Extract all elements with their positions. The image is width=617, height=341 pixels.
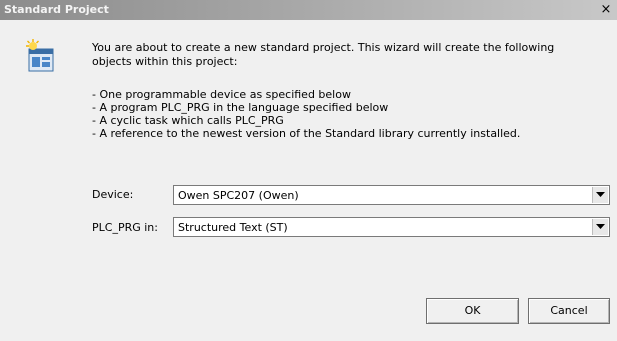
title-bar[interactable]: Standard Project × xyxy=(0,0,617,20)
list-item: - One programmable device as specified b… xyxy=(92,88,351,101)
device-dropdown[interactable]: Owen SPC207 (Owen) xyxy=(173,185,610,205)
ok-button[interactable]: OK xyxy=(426,298,519,324)
plc-prg-language-value: Structured Text (ST) xyxy=(178,221,288,234)
close-button[interactable]: × xyxy=(599,2,613,17)
plc-prg-label: PLC_PRG in: xyxy=(92,221,158,234)
list-item: - A cyclic task which calls PLC_PRG xyxy=(92,114,284,127)
list-item: - A program PLC_PRG in the language spec… xyxy=(92,101,389,114)
new-project-wizard-icon xyxy=(23,39,59,75)
window-title: Standard Project xyxy=(4,3,109,16)
intro-text: You are about to create a new standard p… xyxy=(92,41,555,68)
plc-prg-dropdown-arrow[interactable] xyxy=(592,219,608,235)
chevron-down-icon xyxy=(596,192,605,197)
device-dropdown-arrow[interactable] xyxy=(592,187,608,203)
standard-project-dialog: Standard Project × You are about to crea… xyxy=(0,0,617,341)
objects-list: - One programmable device as specified b… xyxy=(92,88,592,140)
chevron-down-icon xyxy=(596,224,605,229)
device-value: Owen SPC207 (Owen) xyxy=(178,189,299,202)
cancel-button[interactable]: Cancel xyxy=(528,298,610,324)
plc-prg-language-dropdown[interactable]: Structured Text (ST) xyxy=(173,217,610,237)
list-item: - A reference to the newest version of t… xyxy=(92,127,521,140)
device-label: Device: xyxy=(92,188,134,201)
